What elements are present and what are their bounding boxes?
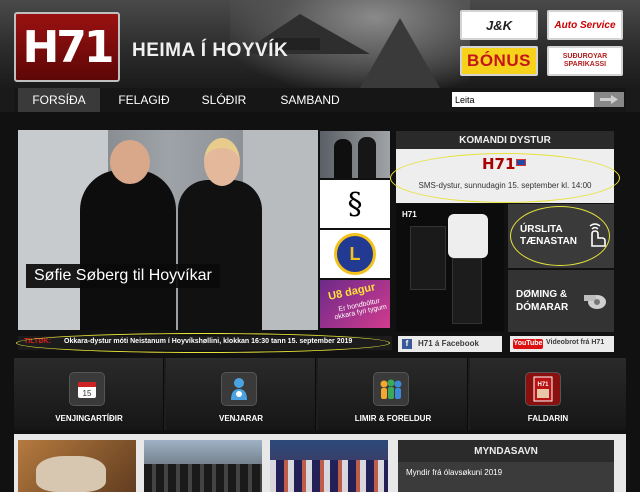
photo-gallery-caption[interactable]: Myndir frá ólavsøkuni 2019: [406, 468, 502, 477]
section-symbol-icon: §: [347, 186, 363, 222]
facebook-link-label: H71 á Facebook: [418, 339, 479, 348]
hero-person-woman: [178, 180, 262, 330]
thumb-person-1: [334, 139, 352, 178]
slide-thumb-photo[interactable]: [320, 131, 390, 178]
crowd-image: [144, 464, 262, 492]
quicklink-magazine[interactable]: H71 FALDARIN: [470, 358, 626, 430]
nav-item-samband[interactable]: SAMBAND: [270, 88, 350, 112]
highlight-oval: [16, 333, 390, 353]
sponsor-sparikassi[interactable]: SUÐUROYAR SPARIKASSI: [547, 46, 623, 76]
quicklink-label: VENJINGARTÍÐIR: [55, 414, 123, 423]
hero-caption[interactable]: Søfie Søberg til Hoyvíkar: [26, 264, 220, 288]
quicklink-coaches[interactable]: VENJARAR: [166, 358, 316, 430]
referees-line-1: DØMING &: [516, 289, 568, 300]
logo-text: H71: [22, 21, 114, 73]
quicklink-members[interactable]: LIMIR & FORELDUR: [318, 358, 468, 430]
referees-line-2: DÓMARAR: [516, 302, 569, 313]
thumb-person-2: [358, 137, 376, 178]
search-input[interactable]: [452, 92, 594, 107]
hero-person-woman-head: [204, 138, 240, 186]
sponsor-jk-label: J&K: [485, 17, 512, 33]
hero-person-man-head: [110, 140, 150, 184]
gallery-photo-crowd[interactable]: [144, 440, 262, 492]
svg-text:15: 15: [83, 389, 92, 398]
kit-logo: H71: [402, 210, 417, 219]
referees-button[interactable]: DØMING & DÓMARAR: [508, 270, 614, 332]
kit-jacket-image: [410, 226, 446, 290]
youtube-link[interactable]: YouTube Videobrot frá H71: [510, 336, 614, 352]
gallery-photo-cat[interactable]: [18, 440, 136, 492]
site-logo[interactable]: H71: [14, 12, 120, 82]
header-church: [360, 18, 440, 88]
upcoming-match-box[interactable]: KOMANDI DYSTUR H71 SMS-dystur, sunnudagi…: [390, 131, 620, 203]
arrow-right-icon: [600, 95, 618, 104]
photo-gallery-box[interactable]: MYNDASAVN Myndir frá ólavsøkuni 2019: [398, 440, 614, 492]
magazine-icon: H71: [525, 372, 561, 406]
sponsor-auto-service[interactable]: Auto Service: [547, 10, 623, 40]
sponsor-bonus-label: BÓNUS: [467, 51, 531, 70]
sponsor-auto-label: Auto Service: [554, 19, 616, 31]
svg-text:H71: H71: [537, 382, 549, 388]
youtube-icon: YouTube: [513, 339, 543, 349]
nav-item-slodir[interactable]: SLÓÐIR: [194, 88, 254, 112]
hero-person-man: [80, 170, 176, 330]
cat-image: [36, 456, 106, 492]
kit-jacket-white-image: [448, 214, 488, 258]
news-ticker[interactable]: TILTØK: Okkara-dystur móti Neistanum í H…: [16, 333, 392, 353]
kit-pants-image: [452, 258, 482, 324]
upcoming-match-title: KOMANDI DYSTUR: [459, 135, 551, 146]
players-image: [270, 460, 388, 492]
quicklink-label: FALDARIN: [527, 414, 569, 423]
quicklink-label: VENJARAR: [218, 414, 263, 423]
facebook-icon: f: [402, 339, 412, 349]
slide-thumb-section[interactable]: §: [320, 180, 390, 228]
results-service-button[interactable]: ÚRSLITA TÆNASTAN: [508, 204, 614, 268]
slide-thumb-u8[interactable]: U8 dagur Er hondbóltur okkara fyri tygum: [320, 280, 390, 328]
main-content: Søfie Søberg til Hoyvíkar § L U8 dagur E…: [0, 112, 640, 492]
gallery-photo-players[interactable]: [270, 440, 388, 492]
quicklink-training-times[interactable]: 15 VENJINGARTÍÐIR: [14, 358, 164, 430]
slide-thumb-lions[interactable]: L: [320, 230, 390, 278]
sponsor-jk[interactable]: J&K: [460, 10, 538, 40]
coach-icon: [221, 372, 257, 406]
referees-label: DØMING & DÓMARAR: [516, 288, 568, 314]
quick-links: 15 VENJINGARTÍÐIR VENJARAR LIMIR & FOREL…: [14, 358, 626, 430]
highlight-oval: [510, 206, 610, 266]
site-title: HEIMA Í HOYVÍK: [132, 40, 289, 61]
youtube-link-label: Videobrot frá H71: [546, 339, 605, 346]
sponsor-spar-label: SUÐUROYAR SPARIKASSI: [562, 53, 608, 68]
whistle-icon: [584, 295, 606, 309]
nav-item-felagid[interactable]: FELAGIÐ: [108, 88, 180, 112]
members-icon: [373, 372, 409, 406]
hero-slide[interactable]: Søfie Søberg til Hoyvíkar: [18, 130, 318, 330]
kit-promo[interactable]: H71: [396, 204, 504, 332]
site-header: H71 HEIMA Í HOYVÍK J&K Auto Service BÓNU…: [0, 0, 640, 88]
calendar-icon: 15: [69, 372, 105, 406]
photo-gallery-caption-box: Myndir frá ólavsøkuni 2019: [398, 462, 614, 492]
main-nav: FORSÍÐA FELAGIÐ SLÓÐIR SAMBAND: [14, 88, 626, 112]
nav-item-forsida[interactable]: FORSÍÐA: [18, 88, 100, 112]
quicklink-label: LIMIR & FORELDUR: [354, 414, 432, 423]
lions-club-icon: L: [334, 233, 376, 275]
search-button[interactable]: [594, 92, 624, 107]
bottom-gallery: MYNDASAVN Myndir frá ólavsøkuni 2019: [14, 434, 626, 492]
sponsor-bonus[interactable]: BÓNUS: [460, 46, 538, 76]
facebook-link[interactable]: f H71 á Facebook: [398, 336, 502, 352]
photo-gallery-title: MYNDASAVN: [474, 446, 538, 457]
highlight-oval: [390, 153, 620, 203]
